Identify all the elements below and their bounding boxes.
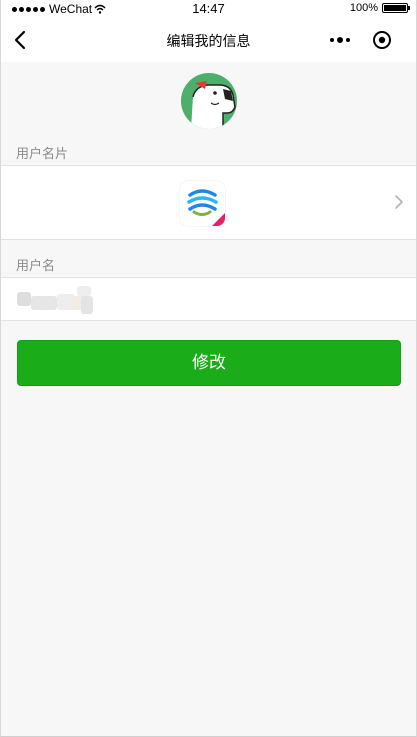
nav-bar: 编辑我的信息 (1, 18, 416, 62)
submit-button[interactable]: 修改 (17, 340, 401, 386)
avatar[interactable] (181, 73, 237, 129)
status-bar: WeChat 14:47 100% (1, 0, 416, 18)
card-row[interactable] (1, 165, 416, 240)
page-title: 编辑我的信息 (166, 33, 251, 49)
battery-icon (382, 3, 410, 13)
battery-percent: 100% (349, 2, 378, 14)
username-section-label: 用户名 (16, 258, 56, 273)
status-right: 100% (349, 2, 410, 14)
close-circle-icon[interactable] (372, 30, 392, 50)
blurred-username (17, 286, 93, 316)
card-section-label: 用户名片 (16, 146, 69, 161)
more-dots-icon[interactable] (328, 30, 352, 50)
username-field[interactable] (1, 277, 416, 321)
chevron-right-icon (395, 195, 403, 209)
china-mobile-logo-icon (180, 181, 225, 226)
